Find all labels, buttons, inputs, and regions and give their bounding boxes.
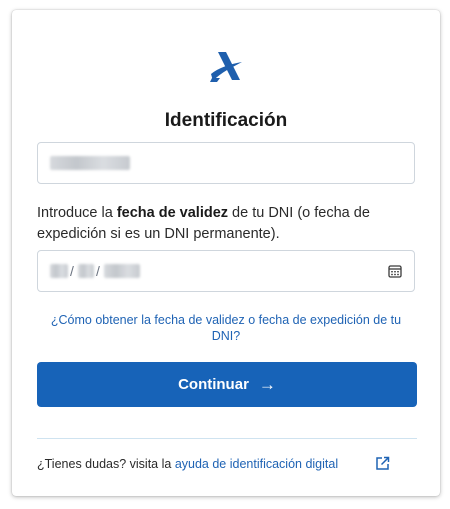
external-link-icon[interactable] [375, 456, 390, 471]
divider [37, 438, 417, 439]
instructions-before: Introduce la [37, 205, 117, 221]
date-separator: / [96, 263, 100, 279]
agencia-tributaria-logo [210, 52, 242, 82]
date-input[interactable]: / / [37, 250, 415, 292]
instructions-emphasis: fecha de validez [116, 205, 229, 221]
footer-help-link[interactable]: ayuda de identificación digital [175, 457, 338, 471]
dni-input[interactable] [37, 142, 415, 184]
redacted-month [78, 264, 94, 278]
continue-button-label: Continuar [178, 376, 249, 393]
footer-help: ¿Tienes dudas? visita la ayuda de identi… [37, 457, 338, 471]
instructions-text: Introduce la fecha de validez de tu DNI … [37, 203, 419, 245]
identification-card: Identificación Introduce la fecha de val… [12, 10, 440, 496]
redacted-dni-value [50, 156, 130, 170]
continue-button[interactable]: Continuar → [37, 362, 417, 407]
calendar-icon[interactable] [388, 264, 402, 278]
redacted-year [104, 264, 140, 278]
help-link-dni-date[interactable]: ¿Cómo obtener la fecha de validez o fech… [37, 312, 415, 344]
page-title: Identificación [164, 110, 288, 131]
date-separator: / [70, 263, 74, 279]
footer-text: ¿Tienes dudas? visita la [37, 457, 175, 471]
redacted-day [50, 264, 68, 278]
arrow-right-icon: → [258, 375, 276, 394]
